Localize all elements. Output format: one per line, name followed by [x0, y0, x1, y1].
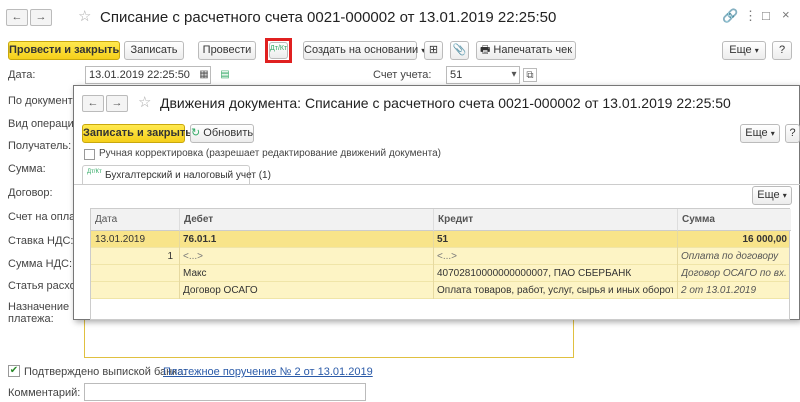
- tab-accounting[interactable]: Дт/Кт Бухгалтерский и налоговый учет (1): [82, 165, 271, 185]
- sum-label: Сумма:: [8, 163, 46, 175]
- favorite-star-icon[interactable]: ☆: [78, 7, 91, 25]
- column-divider: [677, 231, 678, 299]
- row-credit: 51: [437, 234, 449, 245]
- purpose-label-line2: платежа:: [8, 313, 54, 325]
- manual-adjust-label: Ручная корректировка (разрешает редактир…: [99, 148, 441, 159]
- row-content-line2: Договор ОСАГО по вх.д.: [681, 268, 787, 279]
- confirmed-checkbox[interactable]: ✔: [8, 365, 20, 377]
- comment-field[interactable]: [84, 383, 366, 401]
- movements-more-button[interactable]: Еще ▾: [740, 124, 780, 143]
- date-field[interactable]: 13.01.2019 22:25:50: [85, 66, 211, 84]
- table-row[interactable]: Договор ОСАГО Оплата товаров, работ, усл…: [91, 282, 789, 299]
- row-credit-sub3: Оплата товаров, работ, услуг, сырья и ин…: [437, 285, 673, 296]
- dtkt-movements-icon[interactable]: Дт/Кт: [269, 42, 288, 59]
- row-credit-sub1: <...>: [437, 251, 458, 262]
- row-date: 13.01.2019: [95, 234, 146, 245]
- row-debit-sub1: <...>: [183, 251, 204, 262]
- create-based-on-button[interactable]: Создать на основании ▾: [303, 41, 425, 60]
- refresh-icon: ↻: [191, 127, 201, 139]
- link-icon[interactable]: 🔗: [722, 8, 738, 24]
- close-icon[interactable]: ×: [782, 7, 790, 22]
- operation-label: Вид операции:: [8, 118, 84, 130]
- manual-adjust-checkbox[interactable]: [84, 149, 95, 160]
- chevron-down-icon[interactable]: ▾: [507, 68, 521, 82]
- forward-button[interactable]: →: [30, 9, 52, 26]
- table-row[interactable]: 13.01.2019 76.01.1 51 16 000,00: [91, 231, 789, 248]
- table-row[interactable]: 1 <...> <...> Оплата по договору: [91, 248, 789, 265]
- table-more-label: Еще: [757, 189, 780, 201]
- recipient-label: Получатель:: [8, 140, 72, 152]
- row-debit-sub3: Договор ОСАГО: [183, 285, 258, 296]
- post-button[interactable]: Провести: [198, 41, 256, 60]
- column-credit[interactable]: Кредит: [433, 209, 677, 231]
- print-check-button[interactable]: 🖶 Напечатать чек: [476, 41, 576, 60]
- page-title: Списание с расчетного счета 0021-000002 …: [100, 9, 557, 26]
- calendar-icon[interactable]: ▦: [197, 68, 211, 82]
- row-sum: 16 000,00: [742, 234, 788, 245]
- save-button[interactable]: Записать: [124, 41, 184, 60]
- create-based-on-label: Создать на основании: [304, 44, 419, 56]
- column-date[interactable]: Дата: [91, 209, 179, 231]
- row-content-line1: Оплата по договору: [681, 251, 779, 262]
- column-sum[interactable]: Сумма: [677, 209, 791, 231]
- movements-table: Дата Дебет Кредит Сумма 13.01.2019 76.01…: [90, 208, 791, 320]
- maximize-icon[interactable]: □: [762, 8, 770, 23]
- row-debit-sub2: Макс: [183, 268, 207, 279]
- more-label: Еще: [729, 44, 752, 56]
- movements-help-button[interactable]: ?: [785, 124, 800, 143]
- movements-favorite-star-icon[interactable]: ☆: [138, 93, 151, 111]
- vat-rate-label: Ставка НДС:: [8, 235, 74, 247]
- help-button[interactable]: ?: [772, 41, 792, 60]
- movements-forward-button[interactable]: →: [106, 95, 128, 112]
- open-icon[interactable]: ⧉: [523, 68, 537, 82]
- print-check-label: Напечатать чек: [493, 44, 573, 56]
- movements-more-label: Еще: [745, 127, 768, 139]
- column-divider: [433, 231, 434, 299]
- structure-icon[interactable]: ⊞: [424, 41, 443, 60]
- dropdown-arrow-icon: ▾: [770, 129, 775, 138]
- refresh-label: Обновить: [203, 127, 254, 139]
- save-and-close-button[interactable]: Записать и закрыть: [82, 124, 192, 143]
- refresh-button[interactable]: ↻ Обновить: [190, 124, 254, 143]
- tab-accounting-label: Бухгалтерский и налоговый учет (1): [105, 170, 271, 181]
- column-debit[interactable]: Дебет: [179, 209, 433, 231]
- payment-order-link[interactable]: Платежное поручение № 2 от 13.01.2019: [163, 366, 373, 378]
- dtkt-tab-icon: Дт/Кт: [87, 169, 102, 175]
- row-debit: 76.01.1: [183, 234, 217, 245]
- printer-icon: 🖶: [479, 44, 491, 56]
- attachment-icon[interactable]: 📎: [450, 41, 469, 60]
- table-more-button[interactable]: Еще ▾: [752, 186, 792, 205]
- row-credit-sub2: 40702810000000000007, ПАО СБЕРБАНК: [437, 268, 632, 279]
- dropdown-arrow-icon: ▾: [782, 191, 787, 200]
- comment-label: Комментарий:: [8, 387, 81, 399]
- purpose-label-line1: Назначение: [8, 301, 70, 313]
- contract-label: Договор:: [8, 187, 53, 199]
- document-icon[interactable]: ▤: [218, 68, 232, 82]
- date-label: Дата:: [8, 69, 36, 81]
- row-content-line3: 2 от 13.01.2019: [681, 285, 757, 296]
- movements-back-button[interactable]: ←: [82, 95, 104, 112]
- vat-sum-label: Сумма НДС:: [8, 258, 73, 270]
- row-number: 1: [167, 251, 173, 262]
- account-label: Счет учета:: [373, 69, 432, 81]
- dropdown-arrow-icon: ▾: [754, 46, 759, 55]
- movements-window: ← → ☆ Движения документа: Списание с рас…: [73, 85, 800, 320]
- back-button[interactable]: ←: [6, 9, 28, 26]
- movements-title: Движения документа: Списание с расчетног…: [160, 95, 731, 111]
- post-and-close-button[interactable]: Провести и закрыть: [8, 41, 120, 60]
- table-row[interactable]: Макс 40702810000000000007, ПАО СБЕРБАНК …: [91, 265, 789, 282]
- tab-divider: [74, 184, 800, 185]
- menu-icon[interactable]: ⋮: [744, 8, 757, 24]
- more-button[interactable]: Еще ▾: [722, 41, 766, 60]
- column-divider: [179, 231, 180, 299]
